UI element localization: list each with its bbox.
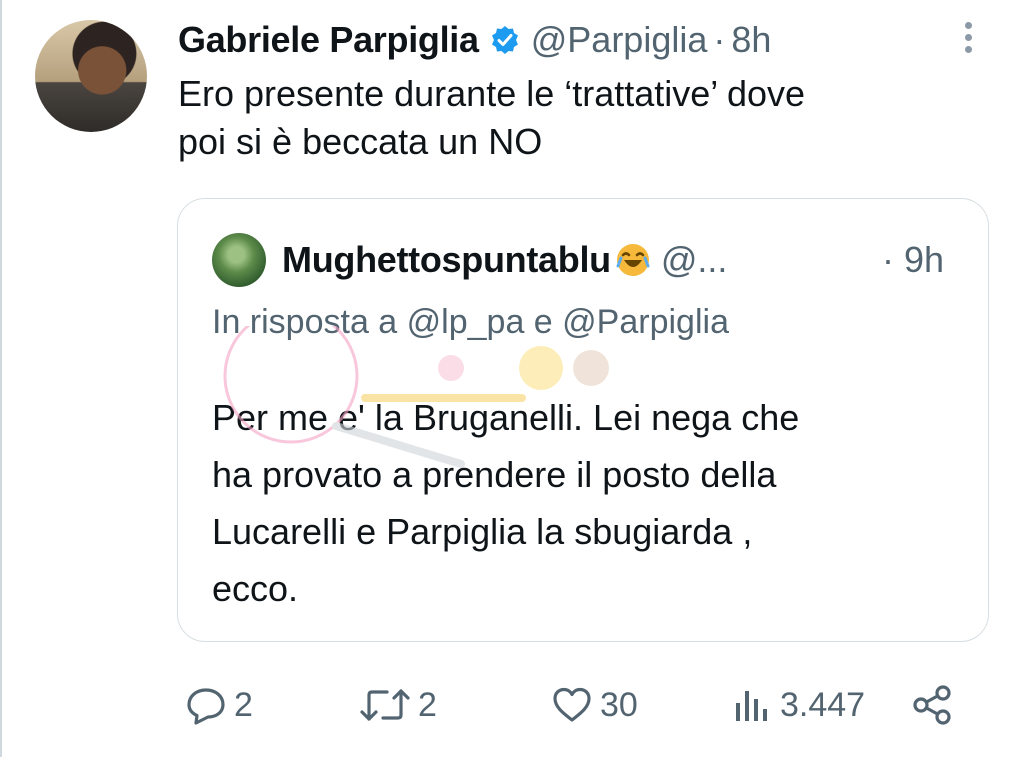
views-button[interactable]: 3.447 (730, 680, 865, 730)
quoted-author-handle[interactable]: @... (661, 239, 728, 281)
share-button[interactable] (910, 680, 956, 730)
reply-icon (184, 683, 228, 727)
quoted-text-line: Per me e' la Bruganelli. Lei nega che (212, 397, 800, 438)
verified-badge-icon (489, 24, 521, 56)
author-handle[interactable]: @Parpiglia (531, 19, 708, 61)
quoted-author-avatar[interactable] (212, 233, 266, 287)
quoted-tweet-card[interactable]: Mughettospuntablu @... · 9h In risposta … (177, 198, 989, 642)
timeline-divider (0, 0, 2, 757)
retweet-button[interactable]: 2 (358, 680, 437, 730)
quoted-tweet-header: Mughettospuntablu @... (212, 233, 728, 287)
action-bar: 2 2 30 3.447 (0, 680, 1024, 730)
more-vertical-icon[interactable] (950, 18, 986, 58)
tweet-text: Ero presente durante le ‘trattative’ dov… (178, 70, 978, 166)
heart-icon (550, 683, 594, 727)
laughing-emoji-icon (615, 242, 651, 278)
tweet-text-line: poi si è beccata un NO (178, 121, 543, 162)
tweet-time[interactable]: 8h (731, 19, 771, 61)
reply-to-line[interactable]: In risposta a @lp_pa e @Parpiglia (212, 303, 729, 342)
retweet-count: 2 (418, 685, 437, 724)
retweet-icon (358, 683, 412, 727)
views-icon (730, 683, 774, 727)
views-count: 3.447 (780, 685, 866, 724)
tweet-text-line: Ero presente durante le ‘trattative’ dov… (178, 73, 806, 114)
quoted-author-name[interactable]: Mughettospuntablu (282, 239, 611, 281)
like-button[interactable]: 30 (550, 680, 638, 730)
quoted-tweet-text: Per me e' la Bruganelli. Lei nega che ha… (212, 389, 972, 617)
share-icon (910, 683, 956, 727)
quoted-tweet-time[interactable]: · 9h (882, 235, 944, 285)
reply-button[interactable]: 2 (184, 680, 253, 730)
author-avatar[interactable] (35, 20, 147, 132)
quoted-text-line: Lucarelli e Parpiglia la sbugiarda , (212, 511, 753, 552)
quoted-text-line: ha provato a prendere il posto della (212, 454, 777, 495)
separator-dot: · (713, 19, 726, 60)
like-count: 30 (600, 685, 638, 724)
reply-count: 2 (234, 685, 253, 724)
tweet-header: Gabriele Parpiglia @Parpiglia · 8h (178, 14, 771, 66)
quoted-text-line: ecco. (212, 568, 299, 609)
author-name[interactable]: Gabriele Parpiglia (178, 19, 479, 61)
